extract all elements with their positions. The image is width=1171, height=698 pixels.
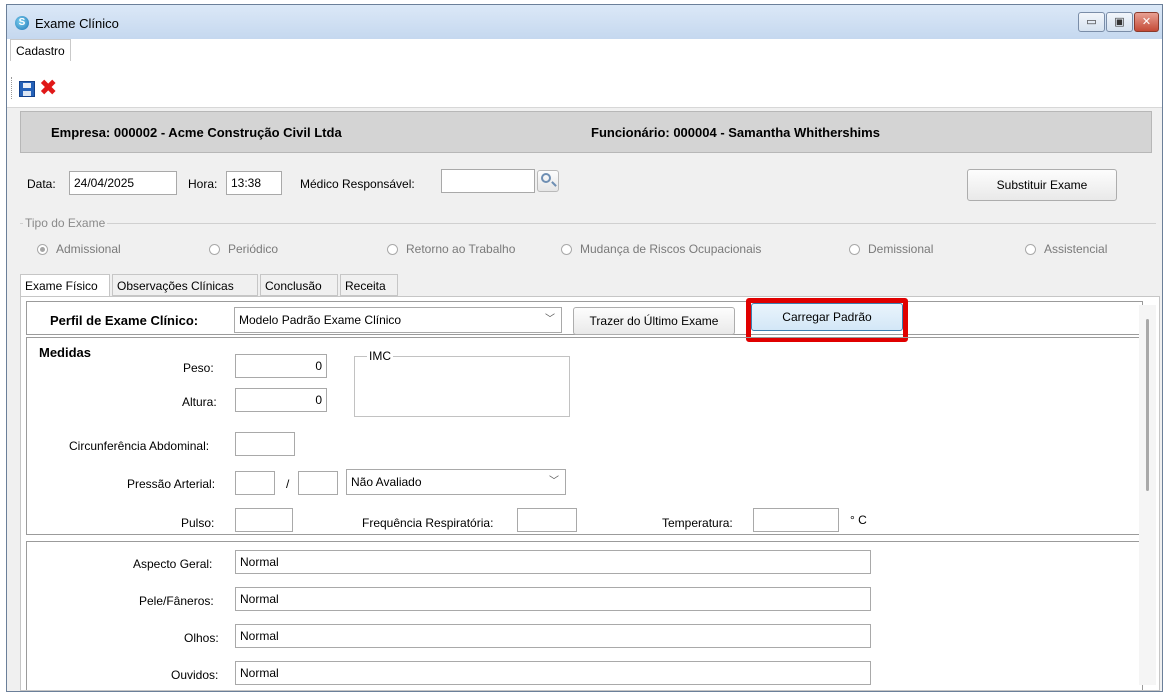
tab-receita[interactable]: Receita	[340, 274, 398, 296]
ouvidos-label: Ouvidos:	[171, 668, 219, 682]
radio-circle	[209, 244, 220, 255]
ouvidos-input[interactable]: Normal	[235, 661, 871, 685]
temperatura-label: Temperatura:	[662, 516, 733, 530]
chevron-down-icon: ﹀	[549, 476, 559, 487]
menu-bar: Cadastro	[7, 39, 1162, 62]
pulso-input[interactable]	[235, 508, 293, 532]
exame-fisico-panel: Perfil de Exame Clínico: Modelo Padrão E…	[20, 296, 1160, 691]
circunferencia-label: Circunferência Abdominal:	[69, 439, 210, 453]
window-title: Exame Clínico	[35, 16, 119, 31]
radio-assistencial[interactable]: Assistencial	[1025, 242, 1107, 256]
pressao-label: Pressão Arterial:	[127, 477, 216, 491]
pulso-label: Pulso:	[181, 516, 215, 530]
temperatura-input[interactable]	[753, 508, 839, 532]
radio-retorno-trabalho[interactable]: Retorno ao Trabalho	[387, 242, 515, 256]
highlight-annotation	[746, 298, 908, 342]
perfil-label: Perfil de Exame Clínico:	[50, 313, 199, 328]
pressao-status-select[interactable]: Não Avaliado ﹀	[346, 469, 566, 495]
substituir-exame-button[interactable]: Substituir Exame	[967, 169, 1117, 201]
imc-legend: IMC	[367, 349, 393, 363]
tab-conclusao[interactable]: Conclusão	[260, 274, 338, 296]
close-button[interactable]: ✕	[1134, 12, 1159, 32]
peso-label: Peso:	[183, 361, 214, 375]
temperatura-unit: ° C	[850, 513, 867, 527]
olhos-label: Olhos:	[184, 631, 219, 645]
menu-cadastro[interactable]: Cadastro	[10, 39, 71, 62]
radio-label: Demissional	[868, 242, 934, 256]
medidas-title: Medidas	[39, 345, 92, 360]
radio-label: Mudança de Riscos Ocupacionais	[580, 242, 762, 256]
altura-input[interactable]: 0	[235, 388, 327, 412]
app-logo-icon: S	[15, 16, 29, 30]
save-icon[interactable]	[19, 81, 35, 97]
olhos-input[interactable]: Normal	[235, 624, 871, 648]
pressao-sistolica-input[interactable]	[235, 471, 275, 495]
exame-clinico-window: S Exame Clínico ▭ ▣ ✕ Cadastro ✖ Empresa…	[6, 4, 1163, 692]
chevron-down-icon: ﹀	[545, 314, 555, 325]
radio-label: Assistencial	[1044, 242, 1108, 256]
radio-circle	[561, 244, 572, 255]
radio-circle	[849, 244, 860, 255]
medico-input[interactable]	[441, 169, 535, 193]
radio-admissional[interactable]: Admissional	[37, 242, 121, 256]
frequencia-respiratoria-input[interactable]	[517, 508, 577, 532]
toolbar-grip[interactable]	[11, 77, 14, 99]
pele-faneros-label: Pele/Fâneros:	[139, 594, 214, 608]
trazer-ultimo-exame-button[interactable]: Trazer do Último Exame	[573, 307, 735, 335]
pressao-diastolica-input[interactable]	[298, 471, 338, 495]
radio-label: Admissional	[56, 242, 121, 256]
perfil-select[interactable]: Modelo Padrão Exame Clínico ﹀	[234, 307, 562, 333]
radio-periodico[interactable]: Periódico	[209, 242, 278, 256]
medico-search-button[interactable]	[537, 170, 559, 192]
radio-label: Retorno ao Trabalho	[406, 242, 516, 256]
radio-circle	[1025, 244, 1036, 255]
funcionario-text: Funcionário: 000004 - Samantha Whithersh…	[591, 125, 880, 140]
empresa-text: Empresa: 000002 - Acme Construção Civil …	[51, 125, 342, 140]
medico-label: Médico Responsável:	[300, 177, 415, 191]
data-label: Data:	[27, 177, 56, 191]
pressao-status-value: Não Avaliado	[351, 475, 422, 489]
maximize-button[interactable]: ▣	[1106, 12, 1133, 32]
radio-circle	[387, 244, 398, 255]
title-bar[interactable]: S Exame Clínico ▭ ▣ ✕	[7, 5, 1162, 39]
toolbar: ✖	[7, 61, 1162, 108]
aspecto-geral-input[interactable]: Normal	[235, 550, 871, 574]
imc-group	[354, 356, 570, 417]
radio-label: Periódico	[228, 242, 279, 256]
radio-mudanca-riscos[interactable]: Mudança de Riscos Ocupacionais	[561, 242, 761, 256]
data-input[interactable]: 24/04/2025	[69, 171, 177, 195]
perfil-value: Modelo Padrão Exame Clínico	[239, 313, 402, 327]
vertical-scrollbar[interactable]	[1139, 305, 1156, 685]
minimize-button[interactable]: ▭	[1078, 12, 1105, 32]
magnifier-icon	[541, 173, 551, 183]
radio-demissional[interactable]: Demissional	[849, 242, 933, 256]
delete-icon[interactable]: ✖	[39, 77, 59, 99]
pressao-separator: /	[286, 477, 290, 491]
circunferencia-input[interactable]	[235, 432, 295, 456]
peso-input[interactable]: 0	[235, 354, 327, 378]
aspecto-geral-label: Aspecto Geral:	[133, 557, 213, 571]
altura-label: Altura:	[182, 395, 217, 409]
tab-exame-fisico[interactable]: Exame Físico	[20, 274, 110, 298]
hora-label: Hora:	[188, 177, 218, 191]
frequencia-respiratoria-label: Frequência Respiratória:	[362, 516, 494, 530]
tab-observacoes-clinicas[interactable]: Observações Clínicas	[112, 274, 258, 296]
radio-circle	[37, 244, 48, 255]
scrollbar-thumb[interactable]	[1146, 319, 1149, 491]
hora-input[interactable]: 13:38	[226, 171, 282, 195]
tipo-exame-legend: Tipo do Exame	[23, 216, 108, 230]
patient-header: Empresa: 000002 - Acme Construção Civil …	[20, 111, 1152, 153]
pele-faneros-input[interactable]: Normal	[235, 587, 871, 611]
